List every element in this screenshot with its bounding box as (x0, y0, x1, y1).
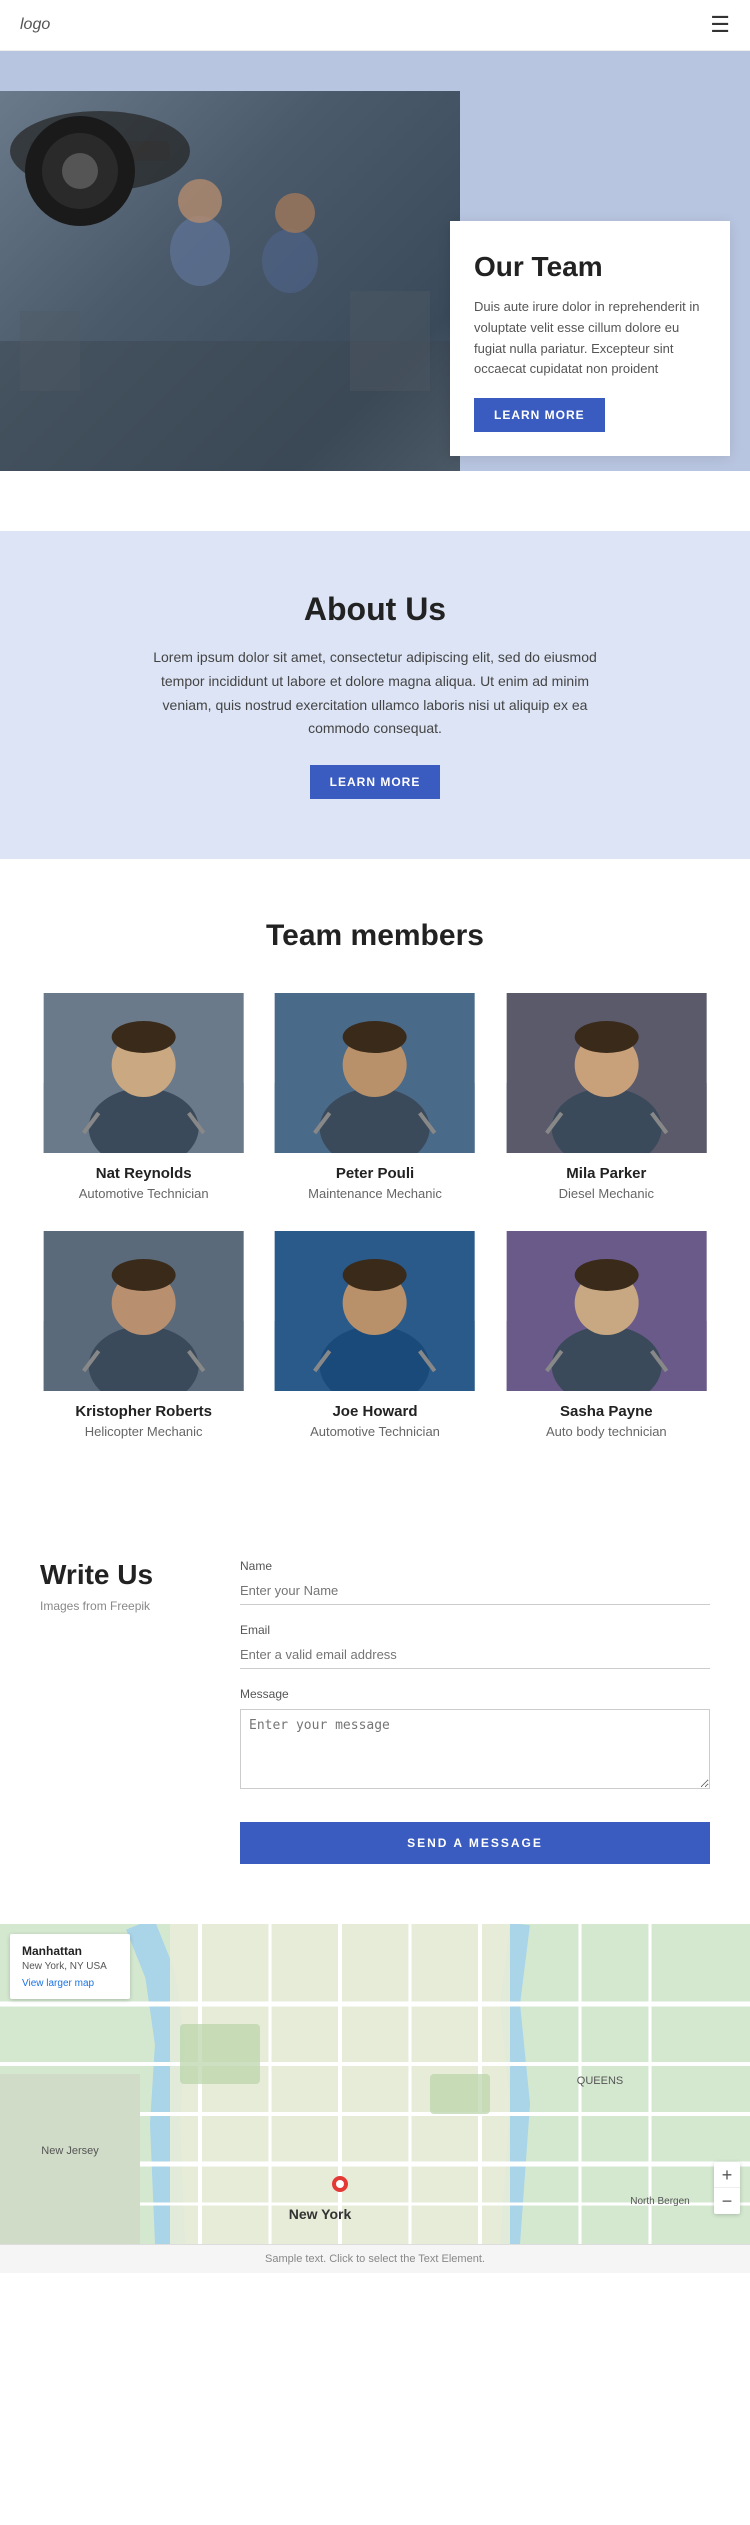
email-input[interactable] (240, 1641, 710, 1669)
hero-description: Duis aute irure dolor in reprehenderit i… (474, 297, 706, 380)
message-form-group: Message (240, 1687, 710, 1794)
hero-image (0, 91, 460, 471)
map-address: New York, NY USA (22, 1960, 118, 1974)
map-info-card: Manhattan New York, NY USA View larger m… (10, 1934, 130, 1999)
svg-text:New York: New York (289, 2206, 352, 2222)
about-title: About Us (40, 591, 710, 628)
logo: logo (20, 16, 50, 34)
email-label: Email (240, 1623, 710, 1637)
team-photo-5 (503, 1231, 710, 1391)
team-title: Team members (40, 919, 710, 953)
contact-title: Write Us (40, 1559, 200, 1591)
team-grid: Nat Reynolds Automotive Technician Peter… (40, 993, 710, 1439)
about-description: Lorem ipsum dolor sit amet, consectetur … (135, 646, 615, 741)
team-photo-2 (503, 993, 710, 1153)
hero-title: Our Team (474, 251, 706, 283)
name-label: Name (240, 1559, 710, 1573)
team-photo-4 (271, 1231, 478, 1391)
svg-text:New Jersey: New Jersey (41, 2145, 99, 2157)
hero-card: Our Team Duis aute irure dolor in repreh… (450, 221, 730, 456)
hero-learn-more-button[interactable]: LEARN MORE (474, 398, 605, 432)
team-member-name-3: Kristopher Roberts (40, 1403, 247, 1420)
team-member-role-3: Helicopter Mechanic (40, 1424, 247, 1439)
team-photo-1 (271, 993, 478, 1153)
contact-section: Write Us Images from Freepik Name Email … (0, 1499, 750, 1924)
team-photo-3 (40, 1231, 247, 1391)
contact-left: Write Us Images from Freepik (40, 1559, 200, 1864)
team-member-role-1: Maintenance Mechanic (271, 1186, 478, 1201)
svg-text:QUEENS: QUEENS (577, 2075, 623, 2087)
footer-bar: Sample text. Click to select the Text El… (0, 2244, 750, 2273)
team-member-name-4: Joe Howard (271, 1403, 478, 1420)
team-member-name-2: Mila Parker (503, 1165, 710, 1182)
team-card-4: Joe Howard Automotive Technician (271, 1231, 478, 1439)
team-card-0: Nat Reynolds Automotive Technician (40, 993, 247, 1201)
team-card-2: Mila Parker Diesel Mechanic (503, 993, 710, 1201)
send-message-button[interactable]: SEND A MESSAGE (240, 1822, 710, 1864)
hamburger-menu-icon[interactable]: ☰ (710, 12, 730, 38)
team-member-role-5: Auto body technician (503, 1424, 710, 1439)
team-card-1: Peter Pouli Maintenance Mechanic (271, 993, 478, 1201)
header: logo ☰ (0, 0, 750, 51)
team-card-5: Sasha Payne Auto body technician (503, 1231, 710, 1439)
map-zoom-out-button[interactable]: − (714, 2188, 740, 2214)
team-card-3: Kristopher Roberts Helicopter Mechanic (40, 1231, 247, 1439)
footer-text: Sample text. Click to select the Text El… (265, 2253, 485, 2265)
team-member-role-2: Diesel Mechanic (503, 1186, 710, 1201)
name-input[interactable] (240, 1577, 710, 1605)
map-zoom-controls: + − (714, 2162, 740, 2214)
message-input[interactable] (240, 1709, 710, 1789)
email-form-group: Email (240, 1623, 710, 1669)
team-member-role-4: Automotive Technician (271, 1424, 478, 1439)
map-title: Manhattan (22, 1944, 118, 1958)
svg-text:North Bergen: North Bergen (630, 2196, 689, 2207)
team-member-name-5: Sasha Payne (503, 1403, 710, 1420)
contact-subtitle: Images from Freepik (40, 1599, 200, 1613)
contact-form: Name Email Message SEND A MESSAGE (240, 1559, 710, 1864)
name-form-group: Name (240, 1559, 710, 1605)
team-photo-0 (40, 993, 247, 1153)
team-member-role-0: Automotive Technician (40, 1186, 247, 1201)
team-member-name-1: Peter Pouli (271, 1165, 478, 1182)
message-label: Message (240, 1687, 710, 1701)
about-section: About Us Lorem ipsum dolor sit amet, con… (0, 531, 750, 859)
team-member-name-0: Nat Reynolds (40, 1165, 247, 1182)
hero-section: Our Team Duis aute irure dolor in repreh… (0, 51, 750, 471)
about-learn-more-button[interactable]: LEARN MORE (310, 765, 441, 799)
team-section: Team members Nat Reynolds Automotive Tec… (0, 859, 750, 1499)
map-view-larger-link[interactable]: View larger map (22, 1978, 118, 1989)
map-zoom-in-button[interactable]: + (714, 2162, 740, 2188)
map-section: New York New Jersey QUEENS North Bergen … (0, 1924, 750, 2244)
